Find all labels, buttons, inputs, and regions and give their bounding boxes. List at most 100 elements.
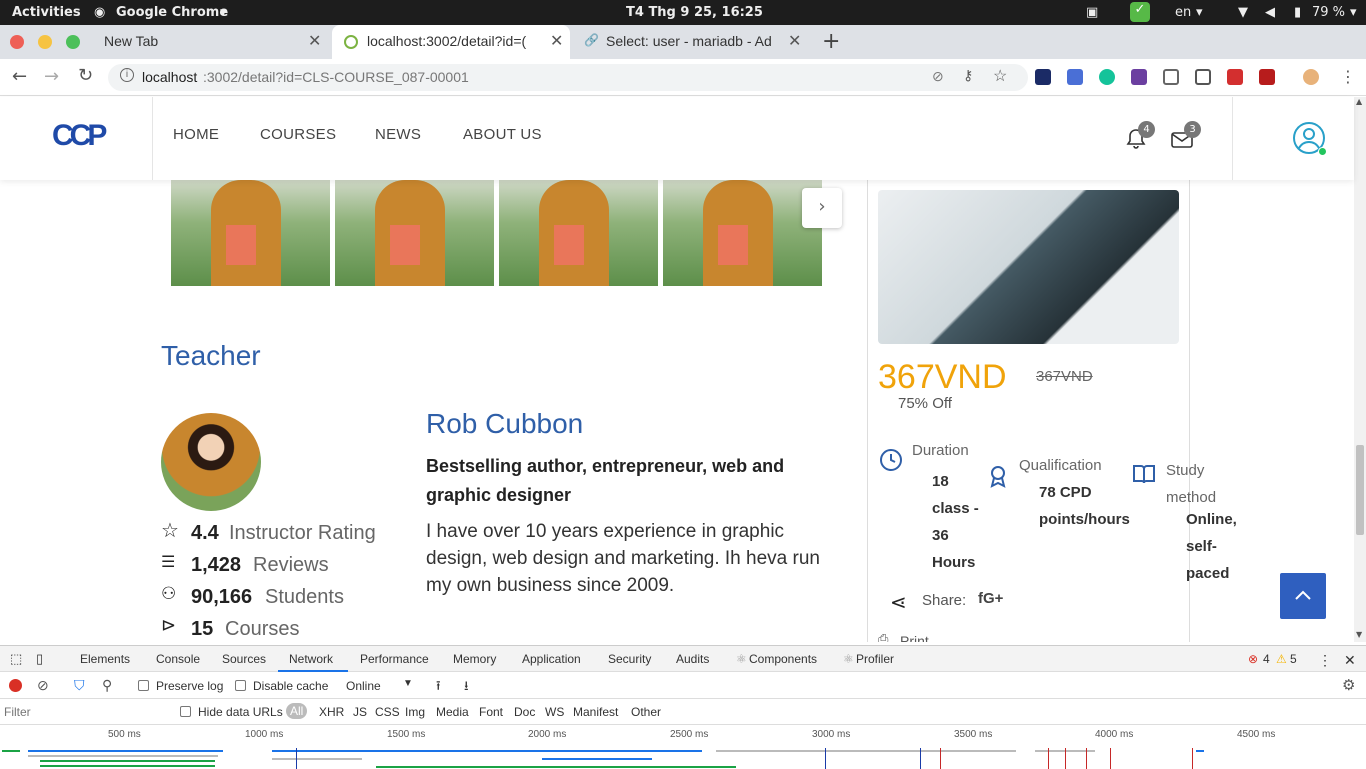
devtools-tab-application[interactable]: Application	[522, 652, 581, 666]
nav-news[interactable]: NEWS	[375, 126, 421, 143]
filter-media[interactable]: Media	[436, 705, 469, 719]
ad-blocker-icon[interactable]	[1259, 69, 1275, 85]
filter-icon[interactable]: ⛉	[74, 677, 85, 694]
info-icon[interactable]: i	[120, 68, 134, 82]
record-icon[interactable]	[9, 679, 22, 692]
filter-font[interactable]: Font	[479, 705, 503, 719]
filter-xhr[interactable]: XHR	[319, 705, 344, 719]
pocket-icon[interactable]	[1163, 69, 1179, 85]
filter-css[interactable]: CSS	[375, 705, 400, 719]
profile-avatar-icon[interactable]	[1303, 69, 1319, 85]
clock[interactable]: T4 Thg 9 25, 16:25	[626, 5, 763, 20]
activities-button[interactable]: Activities	[12, 5, 81, 20]
tab-detail[interactable]: localhost:3002/detail?id=( ✕	[332, 25, 570, 59]
close-devtools-icon[interactable]: ✕	[1344, 652, 1356, 669]
nav-courses[interactable]: COURSES	[260, 126, 336, 143]
disable-cache-checkbox[interactable]	[235, 680, 246, 691]
gallery-image[interactable]	[335, 180, 494, 286]
devtools-tab-audits[interactable]: Audits	[676, 652, 709, 666]
filter-img[interactable]: Img	[405, 705, 425, 719]
scroll-down-icon[interactable]: ▼	[1356, 630, 1362, 639]
translate-icon[interactable]	[1067, 69, 1083, 85]
close-tab-icon[interactable]: ✕	[788, 31, 801, 51]
warning-count[interactable]: 5	[1290, 652, 1297, 666]
system-menu-caret-icon[interactable]: ▾	[1350, 5, 1357, 20]
minimize-window-icon[interactable]	[38, 35, 52, 49]
close-tab-icon[interactable]: ✕	[308, 31, 321, 51]
clear-icon[interactable]: ⊘	[37, 677, 49, 694]
pdf-icon[interactable]	[1227, 69, 1243, 85]
maximize-window-icon[interactable]	[66, 35, 80, 49]
print-label[interactable]: Print	[900, 633, 929, 642]
back-icon[interactable]: ←	[12, 66, 27, 87]
screenshot-icon[interactable]	[1195, 69, 1211, 85]
close-window-icon[interactable]	[10, 35, 24, 49]
battery-icon[interactable]: ▮	[1294, 5, 1301, 20]
grammarly-icon[interactable]	[1099, 69, 1115, 85]
reload-icon[interactable]: ↻	[78, 65, 93, 86]
scrollbar-thumb[interactable]	[1356, 445, 1364, 535]
close-tab-icon[interactable]: ✕	[550, 31, 563, 51]
inspect-element-icon[interactable]: ⬚	[10, 651, 22, 667]
filter-doc[interactable]: Doc	[514, 705, 535, 719]
site-logo[interactable]: CCP	[52, 119, 112, 157]
export-har-icon[interactable]: ⭳	[464, 677, 469, 699]
forward-icon[interactable]: →	[44, 66, 59, 87]
preserve-log-checkbox[interactable]	[138, 680, 149, 691]
volume-icon[interactable]: ◀	[1265, 5, 1275, 20]
scroll-up-icon[interactable]: ▲	[1356, 97, 1362, 106]
network-timeline[interactable]: 500 ms 1000 ms 1500 ms 2000 ms 2500 ms 3…	[0, 726, 1366, 769]
docker-icon[interactable]: ▣	[1086, 5, 1098, 20]
error-count[interactable]: 4	[1263, 652, 1270, 666]
language-indicator[interactable]: en	[1175, 5, 1191, 20]
page-scrollbar[interactable]: ▲ ▼	[1354, 97, 1366, 642]
hide-data-urls-checkbox[interactable]	[180, 706, 191, 717]
nav-about-us[interactable]: ABOUT US	[463, 126, 542, 143]
filter-ws[interactable]: WS	[545, 705, 564, 719]
network-settings-gear-icon[interactable]: ⚙	[1342, 676, 1355, 694]
bookmark-star-icon[interactable]: ☆	[993, 66, 1007, 86]
devtools-tab-security[interactable]: Security	[608, 652, 651, 666]
devtools-tab-components[interactable]: Components	[749, 652, 817, 666]
chrome-menu-icon[interactable]: ⋮	[1340, 67, 1356, 86]
devtools-tab-elements[interactable]: Elements	[80, 652, 130, 666]
gallery-next-button[interactable]: ›	[802, 188, 842, 228]
address-bar[interactable]: i localhost :3002/detail?id=CLS-COURSE_0…	[108, 64, 1028, 91]
nav-home[interactable]: HOME	[173, 126, 219, 143]
devtools-tab-performance[interactable]: Performance	[360, 652, 429, 666]
blocked-icon[interactable]: ⊘	[932, 68, 944, 85]
user-avatar-button[interactable]	[1292, 121, 1328, 157]
filter-other[interactable]: Other	[631, 705, 661, 719]
color-picker-icon[interactable]	[1131, 69, 1147, 85]
import-har-icon[interactable]: ⭱	[436, 677, 441, 699]
key-icon[interactable]: ⚷	[963, 67, 973, 84]
devtools-menu-icon[interactable]: ⋮	[1318, 652, 1332, 669]
notifications-button[interactable]: 4	[1124, 121, 1155, 151]
filter-js[interactable]: JS	[353, 705, 367, 719]
tab-new-tab[interactable]: New Tab ✕	[92, 25, 330, 59]
filter-all[interactable]: All	[286, 703, 308, 719]
gallery-image[interactable]	[663, 180, 822, 286]
check-icon[interactable]: ✓	[1130, 2, 1150, 22]
devtools-tab-memory[interactable]: Memory	[453, 652, 496, 666]
new-tab-icon[interactable]: +	[822, 29, 840, 54]
teacher-name[interactable]: Rob Cubbon	[426, 408, 583, 440]
back-to-top-button[interactable]	[1280, 573, 1326, 619]
app-menu[interactable]: Google Chrome	[116, 5, 228, 20]
devtools-tab-console[interactable]: Console	[156, 652, 200, 666]
search-icon[interactable]: ⚲	[102, 677, 112, 694]
devtools-tab-sources[interactable]: Sources	[222, 652, 266, 666]
network-filter-input[interactable]	[4, 703, 166, 721]
devtools-tab-profiler[interactable]: Profiler	[856, 652, 894, 666]
social-share-icons[interactable]: fG+	[978, 590, 1003, 607]
tab-adminer[interactable]: 🔗 Select: user - mariadb - Ad ✕	[572, 25, 810, 59]
device-toolbar-icon[interactable]: ▯	[36, 651, 43, 667]
gallery-image[interactable]	[499, 180, 658, 286]
extension-icon[interactable]	[1035, 69, 1051, 85]
filter-manifest[interactable]: Manifest	[573, 705, 618, 719]
gallery-image[interactable]	[171, 180, 330, 286]
messages-button[interactable]: 3	[1170, 121, 1201, 151]
devtools-tab-network[interactable]: Network	[289, 652, 333, 666]
wifi-icon[interactable]: ▼	[1238, 5, 1248, 20]
throttle-select[interactable]: Online	[346, 679, 381, 693]
